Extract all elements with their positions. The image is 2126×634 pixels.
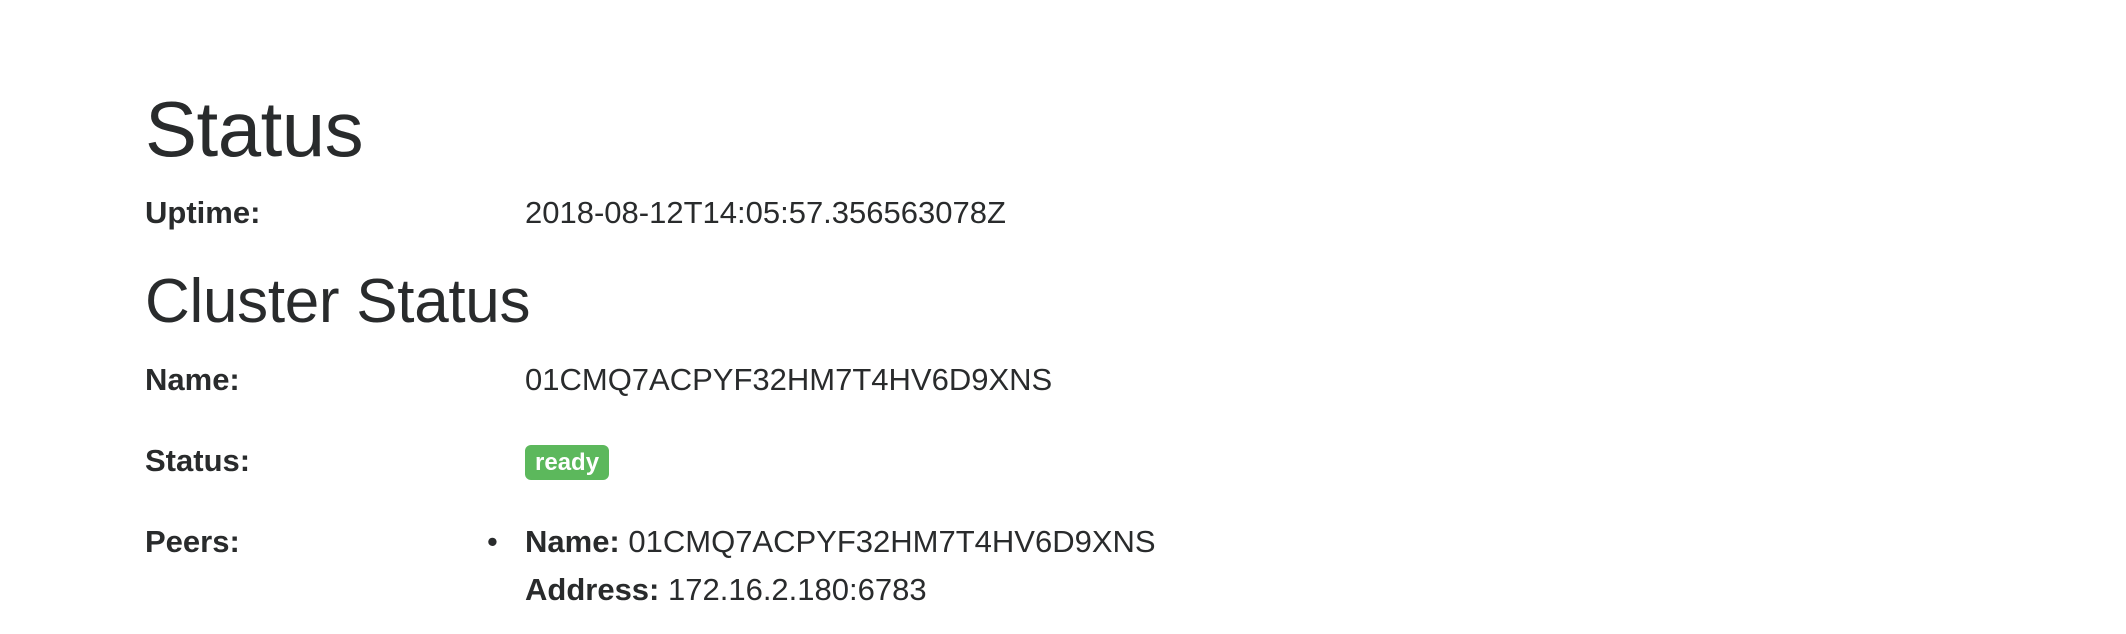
cluster-status-heading: Cluster Status [145, 267, 531, 336]
cluster-name-value: 01CMQ7ACPYF32HM7T4HV6D9XNS [525, 362, 1053, 397]
peer-name-value: 01CMQ7ACPYF32HM7T4HV6D9XNS [628, 524, 1156, 559]
status-heading: Status [145, 85, 364, 173]
uptime-row: Uptime: 2018-08-12T14:05:57.356563078Z [145, 189, 1945, 237]
bullet-icon: • [487, 524, 498, 559]
peer-address-line: Address: 172.16.2.180:6783 [525, 566, 1156, 614]
cluster-name-label: Name: [145, 362, 240, 397]
peer-address-key: Address: [525, 572, 660, 607]
uptime-label: Uptime: [145, 195, 261, 230]
peer-address-value: 172.16.2.180:6783 [668, 572, 927, 607]
peer-name-key: Name: [525, 524, 620, 559]
uptime-value: 2018-08-12T14:05:57.356563078Z [525, 195, 1006, 230]
peer-name-line: Name: 01CMQ7ACPYF32HM7T4HV6D9XNS [525, 518, 1156, 566]
cluster-name-row: Name: 01CMQ7ACPYF32HM7T4HV6D9XNS [145, 356, 1945, 404]
cluster-status-row: Status: ready [145, 437, 1945, 485]
peer-list: • Name: 01CMQ7ACPYF32HM7T4HV6D9XNS Addre… [487, 518, 1156, 614]
peers-label: Peers: [145, 524, 240, 559]
cluster-status-label: Status: [145, 443, 251, 478]
peers-row: Peers: • Name: 01CMQ7ACPYF32HM7T4HV6D9XN… [145, 518, 1945, 618]
peer-list-item: • Name: 01CMQ7ACPYF32HM7T4HV6D9XNS Addre… [487, 518, 1156, 614]
status-badge: ready [525, 445, 610, 480]
